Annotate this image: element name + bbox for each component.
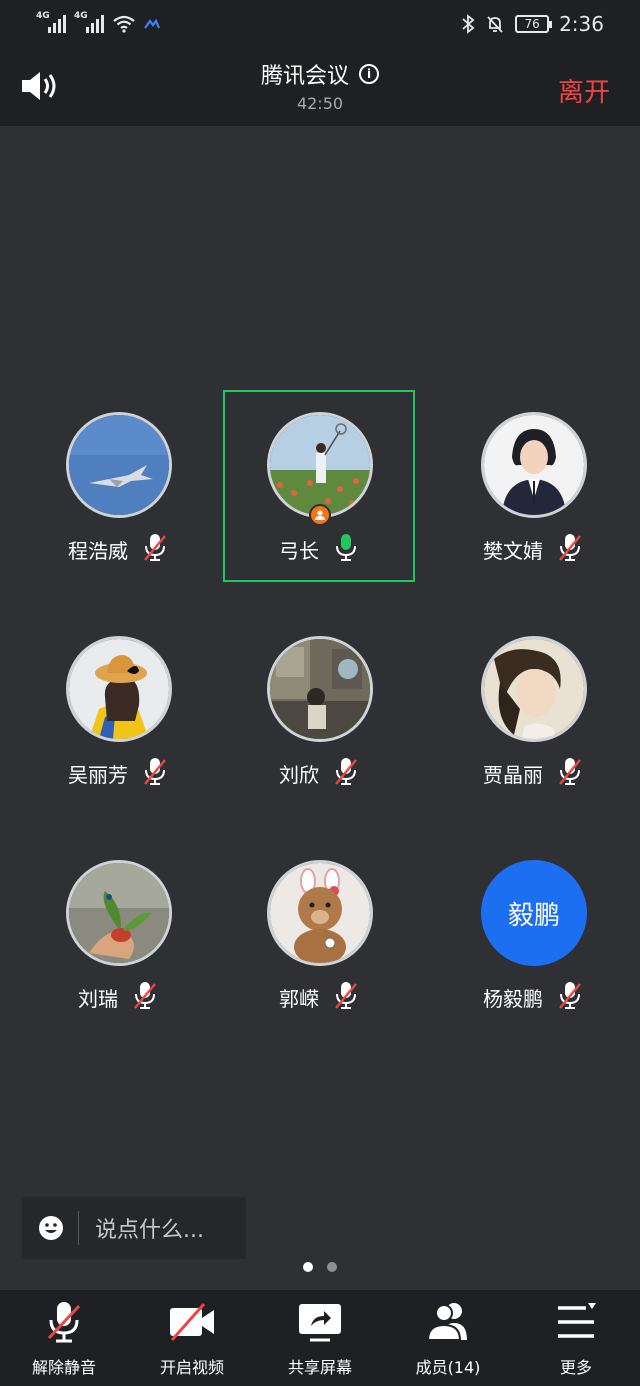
more-menu-icon [558, 1303, 596, 1338]
participant-name: 弓长 [279, 538, 319, 563]
avatar [267, 636, 373, 742]
participant-name: 郭嵘 [279, 986, 319, 1011]
meeting-timer: 42:50 [296, 94, 344, 113]
mic-muted-icon [559, 758, 581, 785]
participant-tile[interactable]: 郭嵘 [223, 838, 415, 1030]
avatar [481, 636, 587, 742]
start-video-button[interactable]: 开启视频 [128, 1290, 256, 1386]
mic-muted-icon [559, 534, 581, 561]
wifi-icon [113, 15, 135, 33]
meeting-app-icon [144, 18, 160, 29]
mic-muted-icon [144, 534, 166, 561]
avatar-initials: 毅鹏 [481, 860, 587, 966]
bottom-toolbar: 解除静音 开启视频 共享屏幕 成员(14) 更多 [0, 1290, 640, 1386]
network-type-2: 4G [74, 11, 88, 21]
participant-tile[interactable]: 程浩威 [22, 390, 214, 582]
avatar [267, 412, 373, 518]
chat-divider [78, 1211, 79, 1245]
participant-name: 刘瑞 [78, 986, 118, 1011]
signal-icon-2: 4G [74, 11, 104, 33]
participant-name: 贾晶丽 [483, 762, 543, 787]
clock: 2:36 [559, 12, 604, 36]
participant-name-row: 贾晶丽 [439, 756, 627, 790]
more-button[interactable]: 更多 [512, 1290, 640, 1386]
participant-tile[interactable]: 毅鹏 杨毅鹏 [437, 838, 629, 1030]
participant-tile[interactable]: 贾晶丽 [437, 614, 629, 806]
participant-name-row: 郭嵘 [225, 980, 413, 1014]
avatar [267, 860, 373, 966]
members-button[interactable]: 成员(14) [384, 1290, 512, 1386]
meeting-header: 腾讯会议 i 42:50 离开 [0, 48, 640, 126]
participant-tile[interactable]: 弓长 [223, 390, 415, 582]
page-indicator [0, 1262, 640, 1272]
mic-status [333, 532, 359, 566]
participant-name: 樊文婧 [483, 538, 543, 563]
members-icon [426, 1303, 467, 1341]
participant-name-row: 吴丽芳 [24, 756, 212, 790]
mic-status [132, 980, 158, 1014]
avatar [66, 860, 172, 966]
avatar [66, 636, 172, 742]
info-icon[interactable]: i [359, 64, 379, 84]
network-type: 4G [36, 11, 50, 21]
video-off-icon [170, 1303, 214, 1341]
meeting-title: 腾讯会议 [260, 64, 349, 89]
share-screen-button[interactable]: 共享屏幕 [256, 1290, 384, 1386]
avatar [481, 412, 587, 518]
page-dot-2[interactable] [327, 1262, 337, 1272]
participant-name: 刘欣 [279, 762, 319, 787]
mic-status [557, 756, 583, 790]
mic-status [557, 980, 583, 1014]
chat-input[interactable]: 说点什么... [22, 1197, 246, 1259]
mic-status [333, 980, 359, 1014]
mic-active-icon [336, 534, 356, 561]
title-block: 腾讯会议 i 42:50 [0, 58, 640, 113]
mic-status [333, 756, 359, 790]
participant-name-row: 程浩威 [24, 532, 212, 566]
battery-icon: 76 [515, 15, 553, 33]
participant-name-row: 杨毅鹏 [439, 980, 627, 1014]
leave-button[interactable]: 离开 [558, 72, 610, 109]
status-bar: 4G 4G 76 2:36 [0, 0, 640, 48]
participant-name: 程浩威 [68, 538, 128, 563]
participant-name-row: 刘欣 [225, 756, 413, 790]
more-label: 更多 [559, 1358, 592, 1377]
chat-placeholder: 说点什么... [95, 1218, 204, 1243]
battery-level: 76 [524, 17, 540, 31]
mic-status [142, 756, 168, 790]
meeting-title-row[interactable]: 腾讯会议 i [261, 58, 379, 90]
bluetooth-icon [462, 14, 475, 34]
bell-muted-icon [487, 16, 503, 33]
unmute-button[interactable]: 解除静音 [0, 1290, 128, 1386]
mic-muted-icon [335, 982, 357, 1009]
mic-status [557, 532, 583, 566]
participant-tile[interactable]: 吴丽芳 [22, 614, 214, 806]
mic-muted-icon [47, 1302, 81, 1343]
status-right: 76 2:36 [461, 12, 604, 36]
emoji-icon[interactable] [38, 1215, 64, 1241]
participant-name: 吴丽芳 [68, 762, 128, 787]
start-video-label: 开启视频 [159, 1358, 224, 1377]
avatar [66, 412, 172, 518]
signal-icon: 4G [36, 11, 66, 33]
status-left: 4G 4G [36, 11, 160, 34]
mic-muted-icon [134, 982, 156, 1009]
participant-name-row: 弓长 [225, 532, 413, 566]
share-screen-label: 共享屏幕 [287, 1358, 352, 1377]
mic-muted-icon [559, 982, 581, 1009]
mic-muted-icon [335, 758, 357, 785]
page-dot-1[interactable] [303, 1262, 313, 1272]
members-label: 成员(14) [415, 1358, 481, 1377]
host-badge-icon [309, 504, 331, 526]
participant-name-row: 刘瑞 [24, 980, 212, 1014]
participant-tile[interactable]: 刘欣 [223, 614, 415, 806]
share-screen-icon [299, 1304, 341, 1342]
mic-muted-icon [144, 758, 166, 785]
mic-status [142, 532, 168, 566]
participant-tile[interactable]: 刘瑞 [22, 838, 214, 1030]
participant-name-row: 樊文婧 [439, 532, 627, 566]
participant-name: 杨毅鹏 [483, 986, 543, 1011]
unmute-label: 解除静音 [31, 1358, 96, 1377]
participant-tile[interactable]: 樊文婧 [437, 390, 629, 582]
